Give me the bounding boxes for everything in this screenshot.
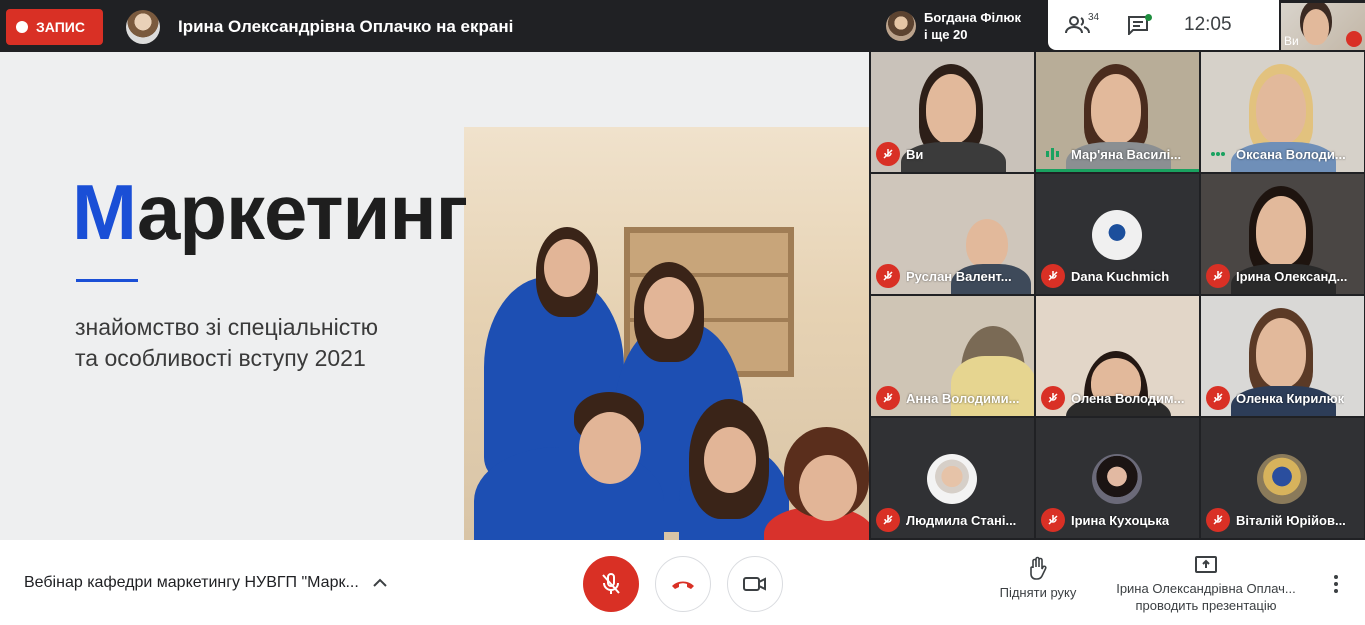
participant-name: Олена Володим... bbox=[1071, 390, 1185, 406]
participant-tile[interactable]: Олена Володим... bbox=[1036, 296, 1199, 416]
participant-avatar bbox=[1257, 454, 1307, 504]
participants-count: 34 bbox=[1088, 12, 1100, 23]
participant-tile[interactable]: Ви bbox=[871, 52, 1034, 172]
presentation-info-button[interactable]: Ірина Олександрівна Оплач... проводить п… bbox=[1102, 556, 1310, 614]
self-view-thumbnail[interactable]: Ви bbox=[1281, 3, 1365, 50]
hang-up-icon bbox=[672, 581, 694, 589]
participant-name: Ірина Олександ... bbox=[1236, 268, 1348, 284]
mic-off-icon bbox=[1041, 508, 1065, 532]
more-vert-icon bbox=[1334, 575, 1338, 593]
leave-call-button[interactable] bbox=[655, 556, 711, 612]
self-label: Ви bbox=[1284, 34, 1299, 48]
slide-title-first-letter: М bbox=[72, 168, 138, 256]
mic-off-icon bbox=[876, 508, 900, 532]
speaker-avatar bbox=[886, 11, 916, 41]
participant-tile[interactable]: Анна Володими... bbox=[871, 296, 1034, 416]
participant-tile[interactable]: Руслан Валент... bbox=[871, 174, 1034, 294]
participant-name: Ви bbox=[906, 146, 924, 162]
participant-name: Оленка Кирилюк bbox=[1236, 390, 1345, 406]
bottom-bar: Вебінар кафедри маркетингу НУВГП "Марк..… bbox=[0, 540, 1365, 625]
speaking-indicator-icon bbox=[1041, 142, 1065, 166]
active-speakers[interactable]: Богдана Філюк і ще 20 bbox=[876, 3, 1048, 49]
chevron-up-icon bbox=[373, 578, 387, 587]
mic-off-icon bbox=[1206, 508, 1230, 532]
mic-off-icon bbox=[1346, 31, 1362, 47]
mic-off-icon bbox=[876, 386, 900, 410]
participant-name: Ірина Кухоцька bbox=[1071, 512, 1170, 528]
participant-name: Оксана Володи... bbox=[1236, 146, 1346, 162]
participant-name: Мар'яна Василі... bbox=[1071, 146, 1182, 162]
participant-name: Dana Kuchmich bbox=[1071, 268, 1170, 284]
toggle-camera-button[interactable] bbox=[727, 556, 783, 612]
active-speaker-border bbox=[1036, 169, 1199, 172]
clock: 12:05 bbox=[1184, 14, 1232, 35]
speaker-more: і ще 20 bbox=[924, 27, 968, 42]
participant-tile[interactable]: Оксана Володи... bbox=[1201, 52, 1364, 172]
camera-icon bbox=[743, 577, 766, 591]
slide-subtitle: знайомство зі спеціальністю та особливос… bbox=[75, 312, 378, 374]
slide-title-rest: аркетинг bbox=[136, 168, 468, 256]
chat-unread-dot bbox=[1145, 14, 1152, 21]
participant-avatar bbox=[927, 454, 977, 504]
participant-name: Людмила Стані... bbox=[906, 512, 1017, 528]
slide-subtitle-line1: знайомство зі спеціальністю bbox=[75, 314, 379, 340]
presenter-title: Ірина Олександрівна Оплачко на екрані bbox=[178, 17, 514, 36]
participant-tile[interactable]: Ірина Олександ... bbox=[1201, 174, 1364, 294]
recording-label: ЗАПИС bbox=[36, 19, 85, 35]
chat-button[interactable] bbox=[1108, 0, 1168, 50]
meet-window: ЗАПИС Ірина Олександрівна Оплачко на екр… bbox=[0, 0, 1365, 625]
participant-tile[interactable]: Мар'яна Василі... bbox=[1036, 52, 1199, 172]
participant-avatar bbox=[1092, 210, 1142, 260]
slide-title: Маркетинг bbox=[72, 167, 468, 258]
mic-off-icon bbox=[876, 264, 900, 288]
record-dot-icon bbox=[16, 21, 28, 33]
slide-photo bbox=[464, 127, 869, 540]
participant-tile[interactable]: Оленка Кирилюк bbox=[1201, 296, 1364, 416]
toggle-mic-button[interactable] bbox=[583, 556, 639, 612]
hand-icon bbox=[1030, 556, 1047, 580]
raise-hand-label: Підняти руку bbox=[999, 585, 1077, 600]
presenter-avatar bbox=[126, 10, 160, 44]
raise-hand-button[interactable]: Підняти руку bbox=[990, 556, 1086, 600]
recording-badge[interactable]: ЗАПИС bbox=[6, 9, 103, 45]
self-face bbox=[1303, 9, 1329, 45]
presentation-slide: Маркетинг знайомство зі спеціальністю та… bbox=[0, 52, 869, 540]
participant-avatar bbox=[1092, 454, 1142, 504]
presenter-name: Ірина Олександрівна Оплач... bbox=[1116, 581, 1296, 596]
meeting-title: Вебінар кафедри маркетингу НУВГП "Марк..… bbox=[24, 574, 359, 591]
participant-tile[interactable]: Людмила Стані... bbox=[871, 418, 1034, 538]
mic-off-icon bbox=[1041, 386, 1065, 410]
more-options-button[interactable] bbox=[1326, 570, 1346, 598]
mic-off-icon bbox=[602, 573, 620, 594]
participant-grid: Ви Мар'яна Василі... Оксана Володи... Ру… bbox=[871, 52, 1365, 540]
mic-off-icon bbox=[1041, 264, 1065, 288]
present-screen-icon bbox=[1195, 556, 1217, 573]
speaker-name: Богдана Філюк bbox=[924, 10, 1021, 25]
audio-dots-icon bbox=[1206, 142, 1230, 166]
participant-tile[interactable]: Dana Kuchmich bbox=[1036, 174, 1199, 294]
slide-divider bbox=[76, 279, 138, 282]
mic-off-icon bbox=[876, 142, 900, 166]
slide-subtitle-line2: та особливості вступу 2021 bbox=[75, 345, 366, 371]
meeting-details-button[interactable]: Вебінар кафедри маркетингу НУВГП "Марк..… bbox=[24, 574, 387, 592]
top-bar: ЗАПИС Ірина Олександрівна Оплачко на екр… bbox=[0, 0, 1365, 52]
participant-tile[interactable]: Ірина Кухоцька bbox=[1036, 418, 1199, 538]
presenting-text: проводить презентацію bbox=[1135, 598, 1277, 613]
mic-off-icon bbox=[1206, 264, 1230, 288]
participant-name: Анна Володими... bbox=[906, 390, 1020, 406]
participant-name: Руслан Валент... bbox=[906, 268, 1012, 284]
mic-off-icon bbox=[1206, 386, 1230, 410]
participant-tile[interactable]: Віталій Юрійов... bbox=[1201, 418, 1364, 538]
participant-name: Віталій Юрійов... bbox=[1236, 512, 1346, 528]
participants-button[interactable]: 34 bbox=[1048, 0, 1108, 50]
top-actions: 34 12:05 bbox=[1048, 0, 1279, 50]
